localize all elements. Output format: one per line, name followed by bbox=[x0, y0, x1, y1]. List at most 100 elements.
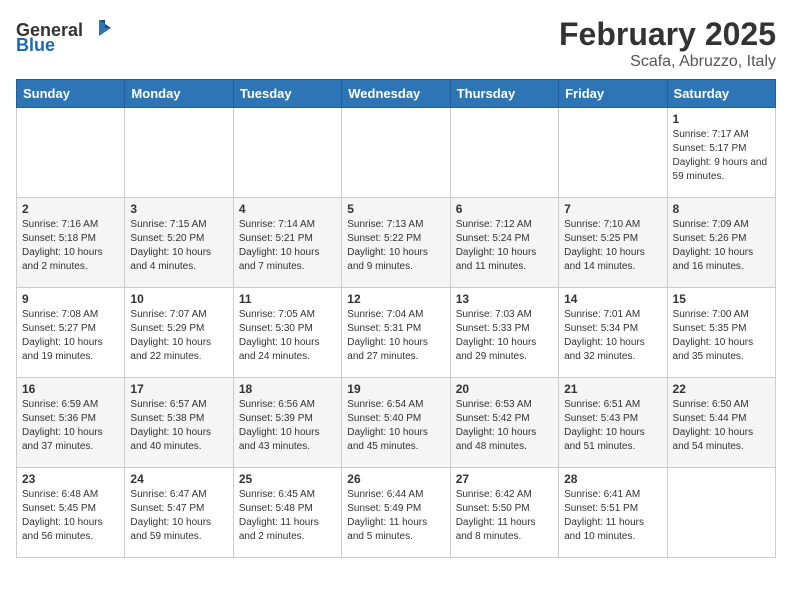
calendar-week-row: 1 Sunrise: 7:17 AM Sunset: 5:17 PM Daylig… bbox=[17, 108, 776, 198]
calendar-cell bbox=[667, 468, 775, 558]
day-info: Sunrise: 7:13 AM Sunset: 5:22 PM Dayligh… bbox=[347, 218, 444, 274]
day-number: 12 bbox=[347, 292, 444, 306]
calendar-cell: 12Sunrise: 7:04 AM Sunset: 5:31 PM Dayli… bbox=[342, 288, 450, 378]
day-number: 14 bbox=[564, 292, 661, 306]
calendar-cell: 11 Sunrise: 7:05 AM Sunset: 5:30 PM Dayli… bbox=[233, 288, 341, 378]
calendar-cell bbox=[342, 108, 450, 198]
day-number: 3 bbox=[130, 202, 227, 216]
calendar-cell: 21 Sunrise: 6:51 AM Sunset: 5:43 PM Dayli… bbox=[559, 378, 667, 468]
calendar-week-row: 9 Sunrise: 7:08 AM Sunset: 5:27 PM Daylig… bbox=[17, 288, 776, 378]
day-number: 25 bbox=[239, 472, 336, 486]
day-number: 9 bbox=[22, 292, 119, 306]
calendar-cell bbox=[17, 108, 125, 198]
calendar-cell bbox=[125, 108, 233, 198]
day-info: Sunrise: 7:10 AM Sunset: 5:25 PM Dayligh… bbox=[564, 218, 661, 274]
day-number: 23 bbox=[22, 472, 119, 486]
column-header-friday: Friday bbox=[559, 80, 667, 108]
calendar-cell: 16 Sunrise: 6:59 AM Sunset: 5:36 PM Dayli… bbox=[17, 378, 125, 468]
day-info: Sunrise: 6:44 AM Sunset: 5:49 PM Dayligh… bbox=[347, 488, 444, 544]
day-number: 11 bbox=[239, 292, 336, 306]
day-info: Sunrise: 7:08 AM Sunset: 5:27 PM Dayligh… bbox=[22, 308, 119, 364]
day-number: 6 bbox=[456, 202, 553, 216]
day-number: 26 bbox=[347, 472, 444, 486]
logo-flag-icon bbox=[85, 18, 113, 40]
day-number: 1 bbox=[673, 112, 770, 126]
logo: General Blue bbox=[16, 20, 113, 56]
day-info: Sunrise: 6:41 AM Sunset: 5:51 PM Dayligh… bbox=[564, 488, 661, 544]
calendar-week-row: 23 Sunrise: 6:48 AM Sunset: 5:45 PM Dayli… bbox=[17, 468, 776, 558]
day-info: Sunrise: 7:12 AM Sunset: 5:24 PM Dayligh… bbox=[456, 218, 553, 274]
day-number: 16 bbox=[22, 382, 119, 396]
day-number: 8 bbox=[673, 202, 770, 216]
day-info: Sunrise: 7:16 AM Sunset: 5:18 PM Dayligh… bbox=[22, 218, 119, 274]
day-number: 27 bbox=[456, 472, 553, 486]
calendar-week-row: 16 Sunrise: 6:59 AM Sunset: 5:36 PM Dayli… bbox=[17, 378, 776, 468]
location-subtitle: Scafa, Abruzzo, Italy bbox=[559, 53, 776, 71]
day-number: 20 bbox=[456, 382, 553, 396]
day-info: Sunrise: 6:42 AM Sunset: 5:50 PM Dayligh… bbox=[456, 488, 553, 544]
day-number: 2 bbox=[22, 202, 119, 216]
day-info: Sunrise: 7:14 AM Sunset: 5:21 PM Dayligh… bbox=[239, 218, 336, 274]
day-info: Sunrise: 7:17 AM Sunset: 5:17 PM Dayligh… bbox=[673, 128, 770, 184]
calendar-cell bbox=[450, 108, 558, 198]
day-info: Sunrise: 7:05 AM Sunset: 5:30 PM Dayligh… bbox=[239, 308, 336, 364]
calendar-cell: 14Sunrise: 7:01 AM Sunset: 5:34 PM Dayli… bbox=[559, 288, 667, 378]
month-title: February 2025 bbox=[559, 16, 776, 53]
day-number: 24 bbox=[130, 472, 227, 486]
day-info: Sunrise: 7:15 AM Sunset: 5:20 PM Dayligh… bbox=[130, 218, 227, 274]
day-info: Sunrise: 6:53 AM Sunset: 5:42 PM Dayligh… bbox=[456, 398, 553, 454]
calendar-cell: 9 Sunrise: 7:08 AM Sunset: 5:27 PM Daylig… bbox=[17, 288, 125, 378]
column-header-thursday: Thursday bbox=[450, 80, 558, 108]
calendar-cell: 10Sunrise: 7:07 AM Sunset: 5:29 PM Dayli… bbox=[125, 288, 233, 378]
day-info: Sunrise: 7:00 AM Sunset: 5:35 PM Dayligh… bbox=[673, 308, 770, 364]
day-number: 18 bbox=[239, 382, 336, 396]
day-info: Sunrise: 7:03 AM Sunset: 5:33 PM Dayligh… bbox=[456, 308, 553, 364]
day-info: Sunrise: 6:50 AM Sunset: 5:44 PM Dayligh… bbox=[673, 398, 770, 454]
calendar-cell: 1 Sunrise: 7:17 AM Sunset: 5:17 PM Daylig… bbox=[667, 108, 775, 198]
column-header-monday: Monday bbox=[125, 80, 233, 108]
day-number: 4 bbox=[239, 202, 336, 216]
calendar-cell bbox=[559, 108, 667, 198]
calendar-cell: 5 Sunrise: 7:13 AM Sunset: 5:22 PM Daylig… bbox=[342, 198, 450, 288]
day-number: 15 bbox=[673, 292, 770, 306]
day-info: Sunrise: 6:47 AM Sunset: 5:47 PM Dayligh… bbox=[130, 488, 227, 544]
day-number: 22 bbox=[673, 382, 770, 396]
calendar-cell: 19 Sunrise: 6:54 AM Sunset: 5:40 PM Dayli… bbox=[342, 378, 450, 468]
day-info: Sunrise: 6:59 AM Sunset: 5:36 PM Dayligh… bbox=[22, 398, 119, 454]
calendar-cell: 23 Sunrise: 6:48 AM Sunset: 5:45 PM Dayli… bbox=[17, 468, 125, 558]
day-info: Sunrise: 6:56 AM Sunset: 5:39 PM Dayligh… bbox=[239, 398, 336, 454]
calendar-cell: 4 Sunrise: 7:14 AM Sunset: 5:21 PM Daylig… bbox=[233, 198, 341, 288]
calendar-cell bbox=[233, 108, 341, 198]
calendar-cell: 22 Sunrise: 6:50 AM Sunset: 5:44 PM Dayli… bbox=[667, 378, 775, 468]
logo-blue-text: Blue bbox=[16, 35, 55, 56]
day-number: 28 bbox=[564, 472, 661, 486]
calendar-cell: 8Sunrise: 7:09 AM Sunset: 5:26 PM Daylig… bbox=[667, 198, 775, 288]
calendar-cell: 13Sunrise: 7:03 AM Sunset: 5:33 PM Dayli… bbox=[450, 288, 558, 378]
day-number: 21 bbox=[564, 382, 661, 396]
day-number: 7 bbox=[564, 202, 661, 216]
calendar-cell: 27 Sunrise: 6:42 AM Sunset: 5:50 PM Dayli… bbox=[450, 468, 558, 558]
day-number: 5 bbox=[347, 202, 444, 216]
header: General Blue February 2025 Scafa, Abruzz… bbox=[16, 16, 776, 71]
day-info: Sunrise: 6:54 AM Sunset: 5:40 PM Dayligh… bbox=[347, 398, 444, 454]
column-header-sunday: Sunday bbox=[17, 80, 125, 108]
day-info: Sunrise: 7:07 AM Sunset: 5:29 PM Dayligh… bbox=[130, 308, 227, 364]
calendar-cell: 15 Sunrise: 7:00 AM Sunset: 5:35 PM Dayli… bbox=[667, 288, 775, 378]
column-header-tuesday: Tuesday bbox=[233, 80, 341, 108]
calendar: SundayMondayTuesdayWednesdayThursdayFrid… bbox=[16, 79, 776, 558]
column-header-saturday: Saturday bbox=[667, 80, 775, 108]
calendar-cell: 2 Sunrise: 7:16 AM Sunset: 5:18 PM Daylig… bbox=[17, 198, 125, 288]
day-info: Sunrise: 6:48 AM Sunset: 5:45 PM Dayligh… bbox=[22, 488, 119, 544]
day-number: 19 bbox=[347, 382, 444, 396]
calendar-week-row: 2 Sunrise: 7:16 AM Sunset: 5:18 PM Daylig… bbox=[17, 198, 776, 288]
calendar-cell: 7 Sunrise: 7:10 AM Sunset: 5:25 PM Daylig… bbox=[559, 198, 667, 288]
calendar-cell: 17Sunrise: 6:57 AM Sunset: 5:38 PM Dayli… bbox=[125, 378, 233, 468]
day-info: Sunrise: 6:51 AM Sunset: 5:43 PM Dayligh… bbox=[564, 398, 661, 454]
title-block: February 2025 Scafa, Abruzzo, Italy bbox=[559, 16, 776, 71]
calendar-header-row: SundayMondayTuesdayWednesdayThursdayFrid… bbox=[17, 80, 776, 108]
calendar-cell: 3 Sunrise: 7:15 AM Sunset: 5:20 PM Daylig… bbox=[125, 198, 233, 288]
calendar-cell: 24 Sunrise: 6:47 AM Sunset: 5:47 PM Dayli… bbox=[125, 468, 233, 558]
calendar-cell: 6 Sunrise: 7:12 AM Sunset: 5:24 PM Daylig… bbox=[450, 198, 558, 288]
calendar-cell: 18 Sunrise: 6:56 AM Sunset: 5:39 PM Dayli… bbox=[233, 378, 341, 468]
day-number: 17 bbox=[130, 382, 227, 396]
